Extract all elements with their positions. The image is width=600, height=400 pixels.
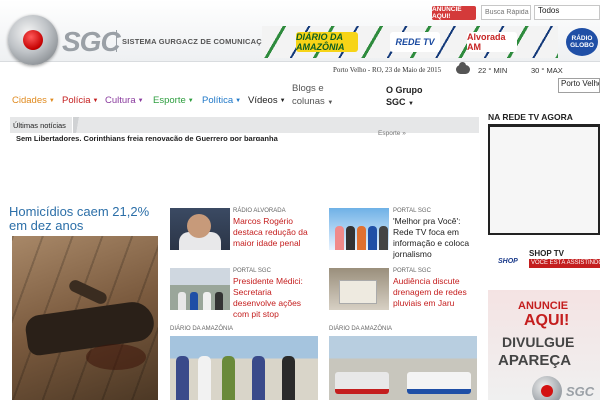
- news-thumb[interactable]: [170, 336, 318, 400]
- partner-strip: DIÁRIO DA AMAZÔNIA REDE TV Alvorada AM: [262, 26, 558, 58]
- chevron-down-icon: ▼: [48, 97, 55, 104]
- nav-item-videos[interactable]: Vídeos ▼: [248, 95, 286, 106]
- tv-heading: NA REDE TV AGORA: [488, 112, 600, 126]
- shop-tag: VOCÊ ESTÁ ASSISTINDO: [529, 259, 600, 268]
- chevron-down-icon: ▼: [327, 100, 334, 106]
- partner-radio-globo[interactable]: RÁDIO GLOBO: [566, 28, 598, 56]
- current-date: Porto Velho - RO, 23 de Maio de 2015: [333, 66, 442, 74]
- search-scope-select[interactable]: Todos: [534, 5, 600, 20]
- logo-subtitle: SISTEMA GURGACZ DE COMUNICAÇÃO: [122, 37, 274, 46]
- ticker-more-link[interactable]: Esporte »: [378, 130, 406, 137]
- chevron-down-icon: ▼: [187, 97, 194, 104]
- temp-max: 30 ° MAX: [531, 66, 563, 75]
- nav-label: Blogs e colunas: [292, 83, 325, 107]
- partner-alvorada[interactable]: Alvorada AM: [467, 32, 517, 52]
- chevron-down-icon: ▼: [408, 101, 414, 107]
- nav-item-cultura[interactable]: Cultura ▼: [105, 95, 144, 106]
- news-source: DIÁRIO DA AMAZÔNIA: [170, 326, 234, 332]
- chevron-down-icon: ▼: [137, 97, 144, 104]
- nav-item-blogs[interactable]: Blogs e colunas ▼: [292, 82, 336, 110]
- nav-label: Cidades: [12, 95, 47, 106]
- ticker-arrow-icon: [72, 117, 82, 133]
- nav-label: Cultura: [105, 95, 136, 106]
- news-thumb[interactable]: [170, 208, 230, 250]
- ad-line: AQUI!: [524, 312, 570, 329]
- news-source: PORTAL SGC: [393, 208, 431, 214]
- ticker-label: Últimas notícias: [13, 121, 66, 130]
- featured-image[interactable]: [12, 236, 158, 400]
- nav-item-politica[interactable]: Política ▼: [202, 95, 241, 106]
- news-thumb[interactable]: [329, 336, 477, 400]
- sgc-logo-icon[interactable]: [8, 15, 58, 65]
- news-thumb[interactable]: [329, 208, 389, 250]
- site-header: SGC SISTEMA GURGACZ DE COMUNICAÇÃO DIÁRI…: [0, 0, 600, 65]
- news-title[interactable]: Marcos Rogério destaca redução da maior …: [233, 216, 315, 249]
- ticker-headline[interactable]: Sem Libertadores, Corinthians freia reno…: [16, 132, 278, 141]
- shop-name: SHOP TV: [529, 249, 564, 258]
- news-title[interactable]: Audiência discute drenagem de redes pluv…: [393, 276, 475, 309]
- nav-label: Vídeos: [248, 95, 278, 106]
- news-ticker: Últimas notícias: [10, 117, 479, 133]
- ad-banner[interactable]: ANUNCIE AQUI! DIVULGUE APAREÇA SGC: [488, 290, 600, 400]
- news-title[interactable]: Presidente Médici: Secretaria desenvolve…: [233, 276, 315, 320]
- logo-divider: [116, 30, 117, 52]
- news-source: RÁDIO ALVORADA: [233, 208, 286, 214]
- ad-logo-text: SGC: [566, 384, 595, 399]
- news-source: PORTAL SGC: [233, 268, 271, 274]
- search-input[interactable]: [481, 5, 531, 20]
- info-bar: Porto Velho - RO, 23 de Maio de 2015 22 …: [0, 62, 600, 79]
- logo-text[interactable]: SGC: [62, 26, 121, 58]
- news-source: DIÁRIO DA AMAZÔNIA: [329, 326, 393, 332]
- ad-line: APAREÇA: [498, 352, 572, 369]
- city-select[interactable]: Porto Velho: [558, 78, 600, 93]
- temp-min: 22 ° MIN: [478, 66, 508, 75]
- nav-item-policia[interactable]: Polícia ▼: [62, 95, 98, 106]
- ad-line: ANUNCIE: [518, 300, 569, 312]
- partner-diario-amazonia[interactable]: DIÁRIO DA AMAZÔNIA: [296, 32, 358, 52]
- news-title[interactable]: 'Melhor pra Você': Rede TV foca em infor…: [393, 216, 475, 260]
- chevron-down-icon: ▼: [92, 97, 99, 104]
- nav-label: Esporte: [153, 95, 186, 106]
- nav-item-esporte[interactable]: Esporte ▼: [153, 95, 194, 106]
- shop-tv-row[interactable]: SHOP SHOP TV VOCÊ ESTÁ ASSISTINDO: [496, 246, 600, 268]
- news-source: PORTAL SGC: [393, 268, 431, 274]
- shop-logo: SHOP: [498, 258, 518, 265]
- nav-item-cidades[interactable]: Cidades ▼: [12, 95, 55, 106]
- news-thumb[interactable]: [329, 268, 389, 310]
- nav-label: Política: [202, 95, 234, 106]
- news-thumb[interactable]: [170, 268, 230, 310]
- chevron-down-icon: ▼: [279, 97, 286, 104]
- anuncie-button[interactable]: ANUNCIE AQUI!: [432, 6, 476, 20]
- chevron-down-icon: ▼: [235, 97, 242, 104]
- ad-line: DIVULGUE: [502, 334, 575, 350]
- tv-player[interactable]: [488, 125, 600, 235]
- nav-label: Polícia: [62, 95, 91, 106]
- main-nav: Cidades ▼ Polícia ▼ Cultura ▼ Esporte ▼ Polí…: [0, 80, 485, 110]
- partner-rede-tv[interactable]: REDE TV: [390, 32, 440, 52]
- nav-label: O Grupo SGC: [386, 85, 423, 107]
- sgc-logo-icon: [532, 376, 562, 400]
- featured-title[interactable]: Homicídios caem 21,2% em dez anos: [9, 205, 159, 233]
- nav-item-grupo[interactable]: O Grupo SGC ▼: [386, 84, 426, 110]
- cloud-icon: [456, 62, 470, 74]
